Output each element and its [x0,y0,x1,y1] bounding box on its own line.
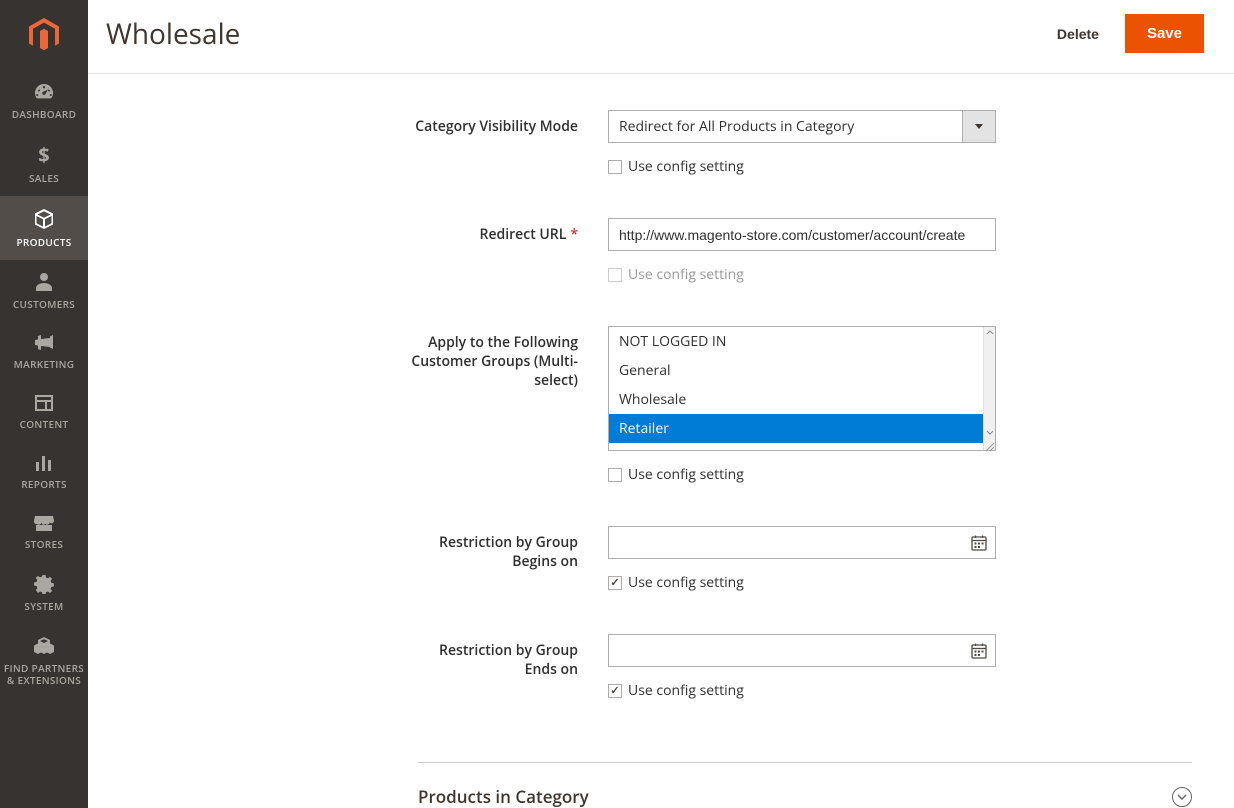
row-restriction-ends: Restriction by Group Ends on Use config … [118,634,1204,710]
row-customer-groups: Apply to the Following Customer Groups (… [118,326,1204,518]
cfg-label: Use config setting [628,265,744,284]
groups-use-config-checkbox[interactable] [608,468,622,482]
chevron-down-icon [1177,794,1187,800]
visibility-use-config: Use config setting [608,157,996,176]
save-button[interactable]: Save [1125,14,1204,53]
nav-label: STORES [25,538,63,550]
cfg-label: Use config setting [628,157,744,176]
resize-icon [983,440,995,452]
form-area: Category Visibility Mode Redirect for Al… [88,74,1234,808]
nav-label: REPORTS [21,478,67,490]
delete-button[interactable]: Delete [1057,26,1099,42]
restriction-ends-input[interactable] [608,634,996,667]
admin-sidebar: DASHBOARD $ SALES PRODUCTS CUSTOMERS MAR… [0,0,88,808]
person-icon [35,272,53,292]
nav-partners[interactable]: FIND PARTNERS & EXTENSIONS [0,624,88,698]
redirect-url-input[interactable] [608,218,996,251]
ends-use-config: Use config setting [608,681,996,700]
nav-products[interactable]: PRODUCTS [0,196,88,260]
nav-label: SALES [29,172,59,184]
redirect-use-config: Use config setting [608,265,996,284]
nav-stores[interactable]: STORES [0,502,88,562]
label-category-visibility: Category Visibility Mode [118,110,608,210]
multiselect-option[interactable]: Wholesale [609,385,983,414]
nav-customers[interactable]: CUSTOMERS [0,260,88,322]
select-value: Redirect for All Products in Category [608,110,963,143]
magento-logo-icon [29,18,59,52]
gauge-icon [33,82,55,102]
storefront-icon [33,514,55,532]
redirect-use-config-checkbox[interactable] [608,268,622,282]
row-restriction-begins: Restriction by Group Begins on Use confi… [118,526,1204,626]
svg-text:$: $ [38,144,49,166]
scroll-down-icon [984,428,996,438]
header-bar: Wholesale Delete Save [88,0,1234,74]
scroll-up-icon [984,328,996,338]
nav-label: DASHBOARD [12,108,76,120]
partners-icon [33,636,55,656]
nav-label: CONTENT [20,418,69,430]
caret-down-icon [975,124,983,129]
magento-logo[interactable] [0,0,88,70]
section-title: Products in Category [418,785,589,808]
section-products-in-category[interactable]: Products in Category [418,762,1192,808]
nav-label: PRODUCTS [16,236,71,248]
customer-groups-multiselect[interactable]: NOT LOGGED IN General Wholesale Retailer [608,326,996,451]
nav-content[interactable]: CONTENT [0,382,88,442]
nav-label: FIND PARTNERS & EXTENSIONS [0,662,88,686]
dollar-icon: $ [37,144,51,166]
megaphone-icon [33,334,55,352]
resize-handle[interactable] [983,438,995,450]
select-toggle-button[interactable] [963,110,996,143]
visibility-use-config-checkbox[interactable] [608,160,622,174]
calendar-icon [971,643,987,659]
label-restriction-ends: Restriction by Group Ends on [118,634,608,710]
label-customer-groups: Apply to the Following Customer Groups (… [118,326,608,518]
page-title: Wholesale [106,15,240,53]
label-redirect-url: Redirect URL* [118,218,608,318]
nav-dashboard[interactable]: DASHBOARD [0,70,88,132]
groups-use-config: Use config setting [608,465,996,484]
nav-reports[interactable]: REPORTS [0,442,88,502]
begins-use-config-checkbox[interactable] [608,576,622,590]
nav-label: MARKETING [14,358,75,370]
row-category-visibility: Category Visibility Mode Redirect for Al… [118,110,1204,210]
multiselect-option[interactable]: General [609,356,983,385]
cube-icon [33,208,55,230]
multiselect-option[interactable]: NOT LOGGED IN [609,327,983,356]
begins-use-config: Use config setting [608,573,996,592]
multiselect-option[interactable]: Retailer [609,414,983,443]
nav-system[interactable]: SYSTEM [0,562,88,624]
section-toggle-button[interactable] [1172,787,1192,807]
cfg-label: Use config setting [628,465,744,484]
multiselect-scrollbar[interactable] [983,327,995,450]
cfg-label: Use config setting [628,681,744,700]
ends-use-config-checkbox[interactable] [608,684,622,698]
category-visibility-select[interactable]: Redirect for All Products in Category [608,110,996,143]
main-content: Wholesale Delete Save Category Visibilit… [88,0,1234,808]
row-redirect-url: Redirect URL* Use config setting [118,218,1204,318]
layout-icon [34,394,54,412]
calendar-button[interactable] [963,643,995,659]
label-restriction-begins: Restriction by Group Begins on [118,526,608,626]
calendar-button[interactable] [963,535,995,551]
bar-chart-icon [34,454,54,472]
restriction-begins-input[interactable] [608,526,996,559]
gear-icon [34,574,54,594]
nav-label: CUSTOMERS [13,298,75,310]
nav-label: SYSTEM [24,600,63,612]
header-actions: Delete Save [1057,14,1204,53]
nav-sales[interactable]: $ SALES [0,132,88,196]
nav-marketing[interactable]: MARKETING [0,322,88,382]
calendar-icon [971,535,987,551]
required-asterisk: * [570,225,578,244]
cfg-label: Use config setting [628,573,744,592]
